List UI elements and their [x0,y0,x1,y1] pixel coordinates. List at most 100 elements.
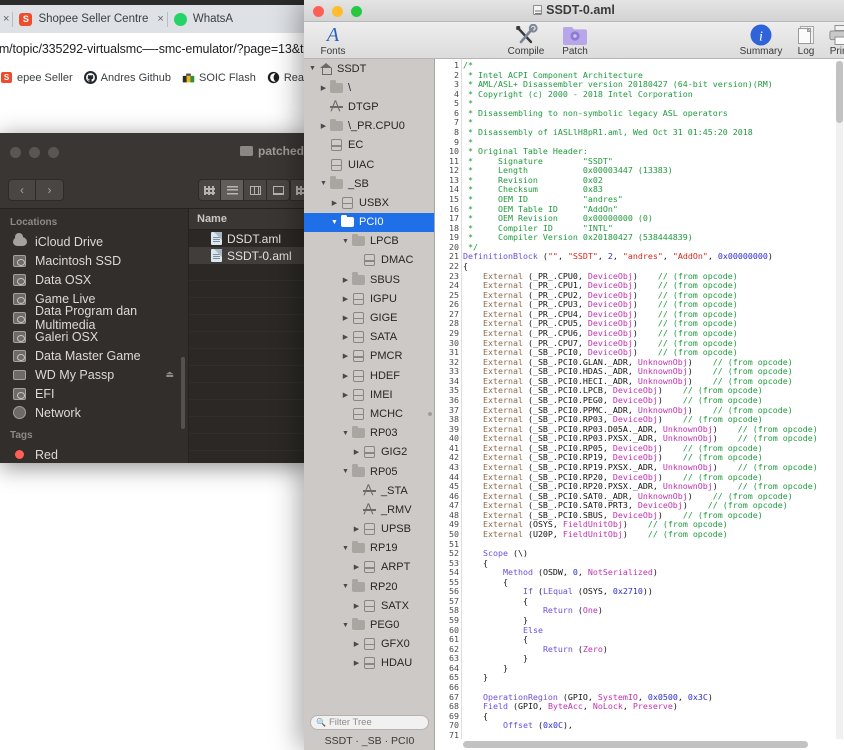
sidebar-item-efi[interactable]: EFI [0,384,188,403]
chevron-right-icon[interactable]: ▶ [351,659,362,667]
tree-node--sb[interactable]: ▼ _SB [304,174,434,193]
chevron-right-icon[interactable]: ▶ [340,333,351,341]
code-line[interactable]: * Copyright (c) 2000 - 2018 Intel Corpor… [463,89,693,100]
chevron-right-icon[interactable]: ▶ [351,602,362,610]
tree-node-rp03[interactable]: ▼ RP03 [304,424,434,443]
chevron-down-icon[interactable]: ▼ [340,238,351,245]
tree-node-ssdt[interactable]: ▼ SSDT [304,59,434,78]
tree-node-hdau[interactable]: ▶ HDAU [304,654,434,673]
tree-node-gig2[interactable]: ▶ GIG2 [304,443,434,462]
sidebar-item-wd-my-passp[interactable]: WD My Passp ⏏ [0,365,188,384]
tree-node-hdef[interactable]: ▶ HDEF [304,366,434,385]
tree-node--pr-cpu0[interactable]: ▶ \_PR.CPU0 [304,117,434,136]
chevron-right-icon[interactable]: ▶ [340,314,351,322]
bookmark-item[interactable]: Andres Github [83,71,171,84]
sidebar-item-data-program-dan-multimedia[interactable]: Data Program dan Multimedia [0,304,188,332]
tree-node-sbus[interactable]: ▶ SBUS [304,270,434,289]
chevron-down-icon[interactable]: ▼ [340,622,351,629]
back-button[interactable]: ‹ [8,179,36,201]
zoom-button[interactable] [48,147,59,158]
chevron-down-icon[interactable]: ▼ [329,219,340,226]
code-line[interactable]: * Disassembly of iASLlH8pR1.aml, Wed Oct… [463,127,753,138]
tab-close-button[interactable]: × [0,13,12,25]
code-line[interactable]: * Disassembling to non-symbolic legacy A… [463,108,728,119]
gallery-view-button[interactable] [267,179,290,201]
print-button[interactable]: Print [814,24,844,57]
compile-button[interactable]: Compile [500,24,552,57]
chevron-right-icon[interactable]: ▶ [340,295,351,303]
chevron-right-icon[interactable]: ▶ [351,640,362,648]
chevron-down-icon[interactable]: ▼ [340,468,351,475]
editor-horizontal-scrollbar-thumb[interactable] [463,741,808,748]
tree-node-rp19[interactable]: ▼ RP19 [304,539,434,558]
tree-node-rp05[interactable]: ▼ RP05 [304,462,434,481]
code-editor[interactable]: 1/* 2 * Intel ACPI Component Architecture… [435,59,844,750]
code-line[interactable]: } [463,673,488,683]
bookmark-item[interactable]: Sepee Seller [0,71,73,84]
filter-tree-row[interactable]: 🔍 Filter Tree [304,713,434,732]
chevron-right-icon[interactable]: ▶ [340,372,351,380]
column-view-button[interactable] [244,179,267,201]
chevron-right-icon[interactable]: ▶ [329,199,340,207]
chevron-right-icon[interactable]: ▶ [351,525,362,533]
acpi-tree[interactable]: ▼SSDT▶\DTGP▶\_PR.CPU0ECUIAC▼_SB▶USBX▼PCI… [304,59,434,713]
icon-view-button[interactable] [198,179,221,201]
chevron-down-icon[interactable]: ▼ [340,545,351,552]
file-row[interactable]: SSDT-0.aml [189,247,310,264]
tree-node-rp20[interactable]: ▼ RP20 [304,577,434,596]
chevron-right-icon[interactable]: ▶ [351,563,362,571]
tree-scroll-indicator[interactable] [428,412,432,416]
tree-node-ec[interactable]: EC [304,136,434,155]
bookmarks-bar[interactable]: Sepee SellerAndres GithubSOIC FlashRealM… [0,65,310,90]
editor-vertical-scrollbar-thumb[interactable] [836,61,843,123]
tree-node-usbx[interactable]: ▶ USBX [304,193,434,212]
url-text[interactable]: um/topic/335292-virtualsmc—-smc-emulator… [0,42,310,56]
tree-node-lpcb[interactable]: ▼ LPCB [304,232,434,251]
sidebar-item-data-osx[interactable]: Data OSX [0,270,188,289]
tree-node-upsb[interactable]: ▶ UPSB [304,520,434,539]
filter-tree-input[interactable]: 🔍 Filter Tree [310,715,429,730]
code-line[interactable]: Offset (0x0C), [463,721,573,731]
tree-node-dmac[interactable]: DMAC [304,251,434,270]
chevron-right-icon[interactable]: ▶ [318,84,329,92]
tree-node-imei[interactable]: ▶ IMEI [304,385,434,404]
tree-node-sata[interactable]: ▶ SATA [304,328,434,347]
tree-node--sta[interactable]: _STA [304,481,434,500]
view-mode-buttons[interactable] [198,179,290,201]
maciasl-toolbar[interactable]: A Fonts Compile Patch i Summary Log Pri [304,22,844,59]
chevron-down-icon[interactable]: ▼ [340,430,351,437]
chevron-down-icon[interactable]: ▼ [340,583,351,590]
chevron-down-icon[interactable]: ▼ [318,180,329,187]
editor-vertical-scrollbar-track[interactable] [836,61,843,750]
tree-node-mchc[interactable]: MCHC [304,404,434,423]
tree-node-gige[interactable]: ▶ GIGE [304,308,434,327]
tree-node-dtgp[interactable]: DTGP [304,97,434,116]
browser-tab[interactable]: S Shopee Seller Centre [13,5,154,33]
chevron-right-icon[interactable]: ▶ [340,352,351,360]
eject-icon[interactable]: ⏏ [165,369,174,380]
chevron-right-icon[interactable]: ▶ [351,448,362,456]
finder-file-list[interactable]: Name DSDT.aml SSDT-0.aml [188,209,310,463]
code-line[interactable]: External (U20P, FieldUnitObj) // (from o… [463,529,728,540]
tree-node-pci0[interactable]: ▼ PCI0 [304,212,434,232]
column-header-name[interactable]: Name [189,209,310,230]
browser-url-bar[interactable]: um/topic/335292-virtualsmc—-smc-emulator… [0,33,310,65]
tree-node-satx[interactable]: ▶ SATX [304,596,434,615]
tab-close-button[interactable]: × [154,13,166,25]
chevron-right-icon[interactable]: ▶ [318,122,329,130]
sidebar-item-data-master-game[interactable]: Data Master Game [0,346,188,365]
acpi-tree-panel[interactable]: ▼SSDT▶\DTGP▶\_PR.CPU0ECUIAC▼_SB▶USBX▼PCI… [304,59,435,750]
sidebar-item-icloud-drive[interactable]: iCloud Drive [0,232,188,251]
finder-sidebar[interactable]: Locations iCloud Drive Macintosh SSD Data O… [0,209,188,463]
chevron-down-icon[interactable]: ▼ [307,65,318,72]
tree-node-arpt[interactable]: ▶ ARPT [304,558,434,577]
minimize-button[interactable] [29,147,40,158]
tree-node-igpu[interactable]: ▶ IGPU [304,289,434,308]
list-view-button[interactable] [221,179,244,201]
finder-window-controls[interactable] [10,147,59,158]
bookmark-item[interactable]: SOIC Flash [182,71,256,84]
tree-node--[interactable]: ▶ \ [304,78,434,97]
nav-buttons[interactable]: ‹ › [8,179,64,201]
file-row[interactable]: DSDT.aml [189,230,310,247]
code-line[interactable]: Field (GPIO, ByteAcc, NoLock, Preserve) [463,701,678,712]
